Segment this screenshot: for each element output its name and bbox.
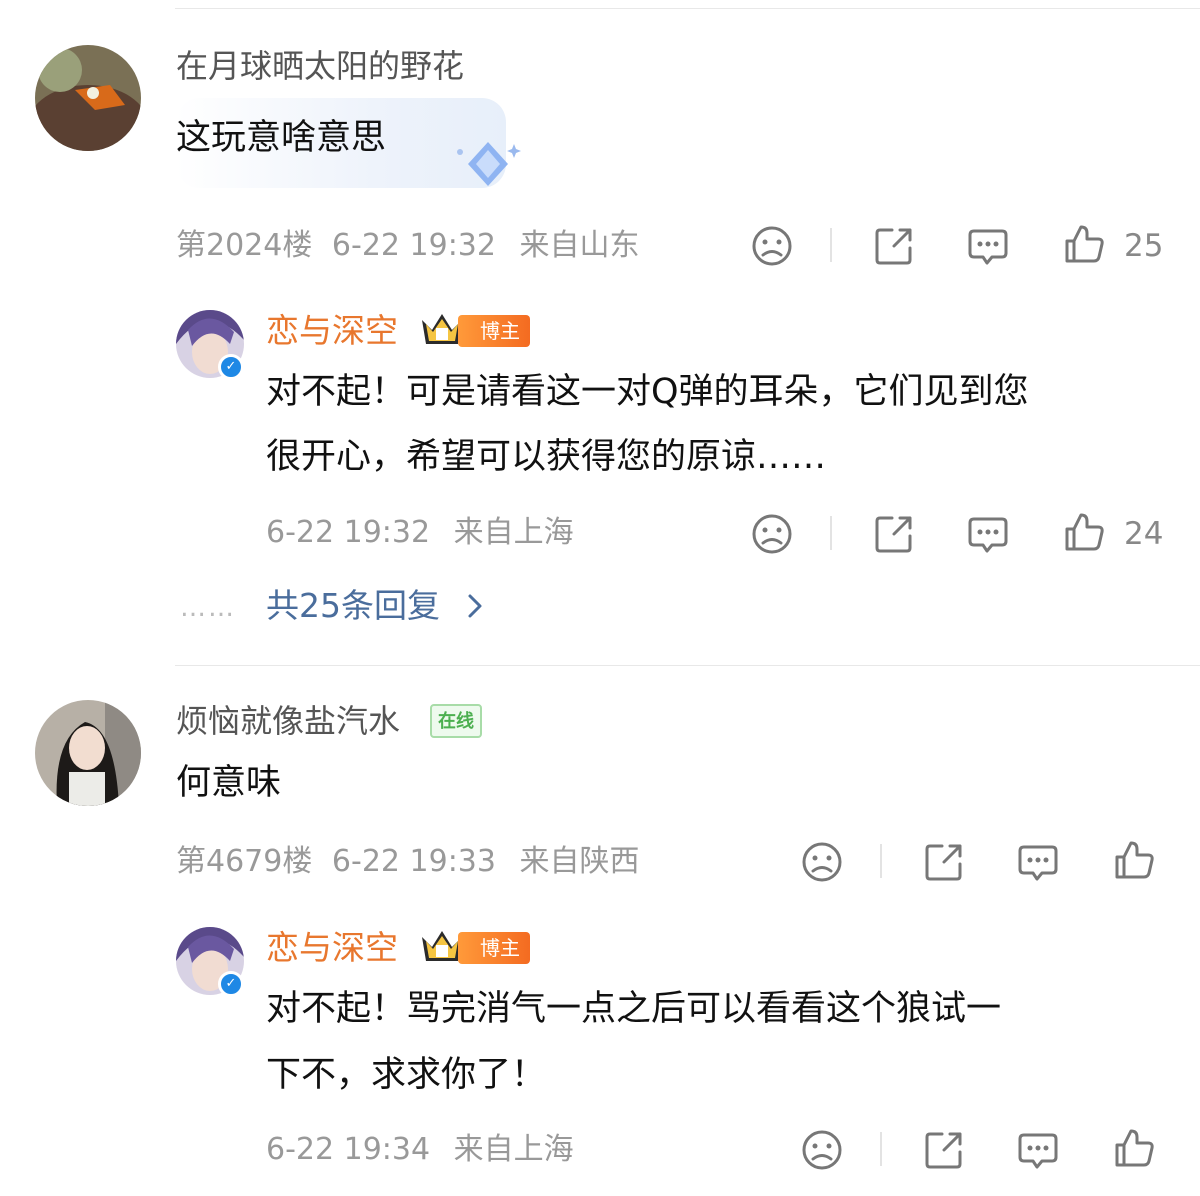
comment-icon[interactable]: [966, 512, 1010, 556]
floor-number: 第2024楼: [176, 228, 313, 263]
chevron-right-icon: [467, 586, 483, 630]
more-replies-dots: ……: [180, 593, 236, 623]
reply-text-line-2: 下不，求求你了！: [266, 1055, 547, 1095]
reply-location: 来自上海: [453, 1132, 574, 1167]
divider: [880, 1132, 882, 1166]
comment-time: 6-22 19:33: [331, 844, 496, 879]
comment-username[interactable]: 在月球晒太阳的野花: [176, 46, 464, 86]
comment-divider: [175, 665, 1200, 666]
comment-meta: 第4679楼 6-22 19:33 来自陕西: [176, 842, 640, 882]
comment-text: 这玩意啥意思: [176, 118, 387, 158]
online-badge: 在线: [430, 704, 482, 738]
like-count: 25: [1124, 228, 1164, 264]
comment-username[interactable]: 烦恼就像盐汽水: [176, 701, 400, 741]
thumbs-up-icon[interactable]: [1112, 1126, 1156, 1170]
divider: [830, 516, 832, 550]
comment-location: 来自陕西: [519, 844, 640, 879]
share-icon[interactable]: [922, 840, 966, 884]
thumbs-up-icon[interactable]: [1062, 222, 1106, 266]
avatar[interactable]: [35, 45, 141, 151]
reply-meta: 6-22 19:32 来自上海: [266, 513, 574, 553]
thumbs-up-icon[interactable]: [1112, 838, 1156, 882]
comment-icon[interactable]: [1016, 1128, 1060, 1172]
comment-time: 6-22 19:32: [331, 228, 496, 263]
divider: [830, 228, 832, 262]
verified-icon: ✓: [218, 971, 244, 997]
frown-icon[interactable]: [750, 512, 794, 556]
comment-location: 来自山东: [519, 228, 640, 263]
frown-icon[interactable]: [800, 840, 844, 884]
diamond-sticker-icon: [452, 138, 524, 194]
comment-text: 何意味: [176, 763, 282, 803]
reply-time: 6-22 19:34: [266, 1132, 431, 1167]
comment-icon[interactable]: [1016, 840, 1060, 884]
thumbs-up-icon[interactable]: [1062, 510, 1106, 554]
reply-text-line-2: 很开心，希望可以获得您的原谅……: [266, 437, 827, 477]
divider: [880, 844, 882, 878]
top-divider: [175, 8, 1200, 9]
like-count: 24: [1124, 516, 1164, 552]
blogger-username[interactable]: 恋与深空: [266, 310, 398, 352]
reply-time: 6-22 19:32: [266, 515, 431, 550]
comment-meta: 第2024楼 6-22 19:32 来自山东: [176, 226, 640, 266]
verified-icon: ✓: [218, 354, 244, 380]
share-icon[interactable]: [872, 224, 916, 268]
avatar[interactable]: [35, 700, 141, 806]
share-icon[interactable]: [872, 512, 916, 556]
reply-text-line-1: 对不起！骂完消气一点之后可以看看这个狼试一: [266, 989, 1002, 1029]
blogger-username[interactable]: 恋与深空: [266, 927, 398, 969]
comment-icon[interactable]: [966, 224, 1010, 268]
frown-icon[interactable]: [800, 1128, 844, 1172]
floor-number: 第4679楼: [176, 844, 313, 879]
reply-location: 来自上海: [453, 515, 574, 550]
reply-meta: 6-22 19:34 来自上海: [266, 1130, 574, 1170]
reply-text-line-1: 对不起！可是请看这一对Q弹的耳朵，它们见到您: [266, 372, 1029, 412]
frown-icon[interactable]: [750, 224, 794, 268]
blogger-badge: 博主: [458, 315, 530, 347]
share-icon[interactable]: [922, 1128, 966, 1172]
blogger-badge: 博主: [458, 932, 530, 964]
more-replies-label: 共25条回复: [266, 586, 440, 625]
more-replies-link[interactable]: 共25条回复: [266, 584, 483, 630]
